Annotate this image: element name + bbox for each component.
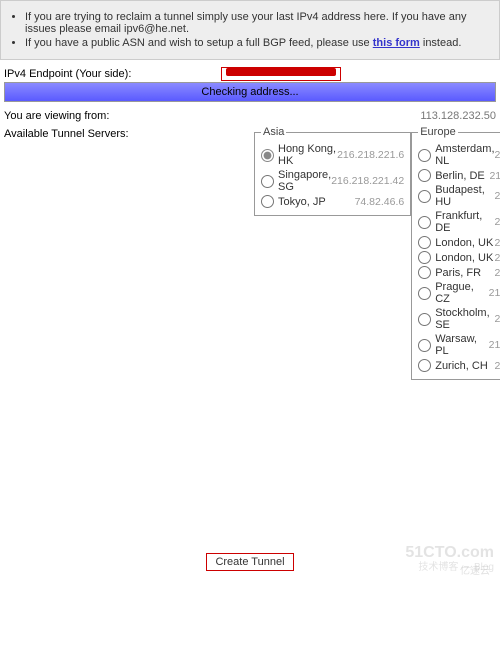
server-ip: 216.66.86.122 [489,287,500,299]
server-radio[interactable] [261,175,274,188]
server-row: Budapest, HU216.66.87.14 [418,183,500,209]
server-row: Frankfurt, DE216.66.80.30 [418,209,500,235]
server-ip: 216.66.88.98 [495,252,500,264]
server-ip: 216.66.84.42 [495,267,500,279]
server-ip: 216.66.80.90 [495,313,500,325]
viewing-from-ip: 113.128.232.50 [420,110,496,122]
create-tunnel-button[interactable]: Create Tunnel [206,553,293,571]
server-location: Hong Kong, HK [278,143,337,167]
server-row: Stockholm, SE216.66.80.90 [418,306,500,332]
server-radio[interactable] [418,339,431,352]
server-ip: 216.66.80.98 [495,360,500,372]
server-ip: 216.66.84.46 [495,149,500,161]
server-row: London, UK216.66.88.98 [418,250,500,265]
this-form-link[interactable]: this form [373,37,420,49]
region-asia: AsiaHong Kong, HK216.218.221.6Singapore,… [254,126,411,216]
server-ip: 216.66.86.114 [489,170,500,182]
server-radio[interactable] [418,190,431,203]
server-ip: 216.66.87.14 [495,190,500,202]
server-radio[interactable] [418,313,431,326]
server-row: Berlin, DE216.66.86.114 [418,168,500,183]
info-reclaim: If you are trying to reclaim a tunnel si… [25,11,491,35]
server-row: London, UK216.66.80.26 [418,235,500,250]
server-ip: 216.66.80.26 [495,237,500,249]
server-row: Zurich, CH216.66.80.98 [418,358,500,373]
server-ip: 216.66.80.162 [489,339,500,351]
server-location: Singapore, SG [278,169,331,193]
server-location: Berlin, DE [435,170,489,182]
server-location: London, UK [435,252,494,264]
available-servers-label: Available Tunnel Servers: [4,126,254,140]
server-location: Zurich, CH [435,360,494,372]
server-radio[interactable] [418,216,431,229]
server-location: Paris, FR [435,267,494,279]
info-box: If you are trying to reclaim a tunnel si… [0,0,500,60]
server-radio[interactable] [418,251,431,264]
server-location: London, UK [435,237,494,249]
region-legend: Asia [261,126,286,138]
server-radio[interactable] [418,236,431,249]
endpoint-label: IPv4 Endpoint (Your side): [4,68,131,80]
server-row: Amsterdam, NL216.66.84.46 [418,142,500,168]
server-radio[interactable] [418,266,431,279]
server-radio[interactable] [418,149,431,162]
server-row: Tokyo, JP74.82.46.6 [261,194,404,209]
server-row: Hong Kong, HK216.218.221.6 [261,142,404,168]
server-radio[interactable] [418,169,431,182]
info-asn: If you have a public ASN and wish to set… [25,37,491,49]
server-ip: 74.82.46.6 [355,196,405,208]
server-radio[interactable] [261,149,274,162]
server-location: Warsaw, PL [435,333,488,357]
region-europe: EuropeAmsterdam, NL216.66.84.46Berlin, D… [411,126,500,380]
region-legend: Europe [418,126,457,138]
server-location: Frankfurt, DE [435,210,494,234]
redacted-value [226,68,336,76]
watermark-secondary: 亿速云 [460,562,490,577]
server-location: Tokyo, JP [278,196,355,208]
server-ip: 216.66.80.30 [495,216,500,228]
server-ip: 216.218.221.6 [337,149,404,161]
server-radio[interactable] [418,287,431,300]
ipv4-endpoint-input[interactable] [221,67,341,81]
status-bar: Checking address... [4,82,496,102]
server-location: Stockholm, SE [435,307,494,331]
server-row: Warsaw, PL216.66.80.162 [418,332,500,358]
server-ip: 216.218.221.42 [331,175,404,187]
server-location: Budapest, HU [435,184,494,208]
server-row: Paris, FR216.66.84.42 [418,265,500,280]
server-radio[interactable] [261,195,274,208]
server-row: Singapore, SG216.218.221.42 [261,168,404,194]
server-location: Amsterdam, NL [435,143,494,167]
viewing-from-label: You are viewing from: [4,110,109,122]
server-radio[interactable] [418,359,431,372]
server-row: Prague, CZ216.66.86.122 [418,280,500,306]
server-location: Prague, CZ [435,281,488,305]
